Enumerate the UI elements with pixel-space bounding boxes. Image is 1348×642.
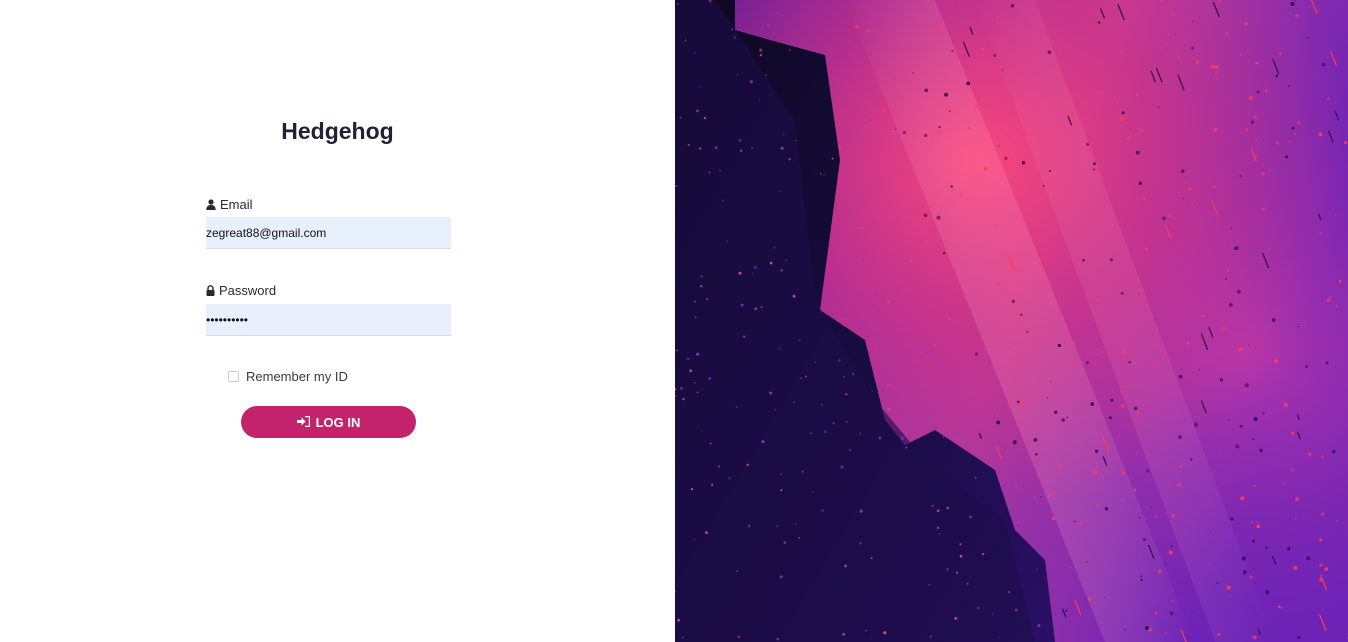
password-label-text: Password — [219, 283, 277, 298]
hero-image — [675, 0, 1348, 642]
remember-id-checkbox[interactable] — [228, 371, 239, 382]
email-label-text: Email — [220, 197, 253, 212]
login-panel: Hedgehog Email Password Remem — [0, 0, 675, 642]
page-title: Hedgehog — [281, 118, 394, 144]
email-label: Email — [206, 197, 253, 212]
login-page: Hedgehog Email Password Remem — [0, 0, 1348, 642]
login-button-label: LOG IN — [315, 414, 361, 430]
email-field[interactable] — [206, 217, 451, 249]
remember-id-option[interactable]: Remember my ID — [228, 369, 348, 384]
sign-in-icon — [296, 415, 310, 430]
hero-background-art — [675, 0, 1348, 642]
password-field[interactable] — [206, 304, 451, 336]
login-button[interactable]: LOG IN — [241, 406, 416, 438]
lock-icon — [206, 285, 215, 296]
user-icon — [206, 199, 216, 210]
password-label: Password — [206, 283, 276, 298]
remember-id-label: Remember my ID — [246, 369, 348, 384]
